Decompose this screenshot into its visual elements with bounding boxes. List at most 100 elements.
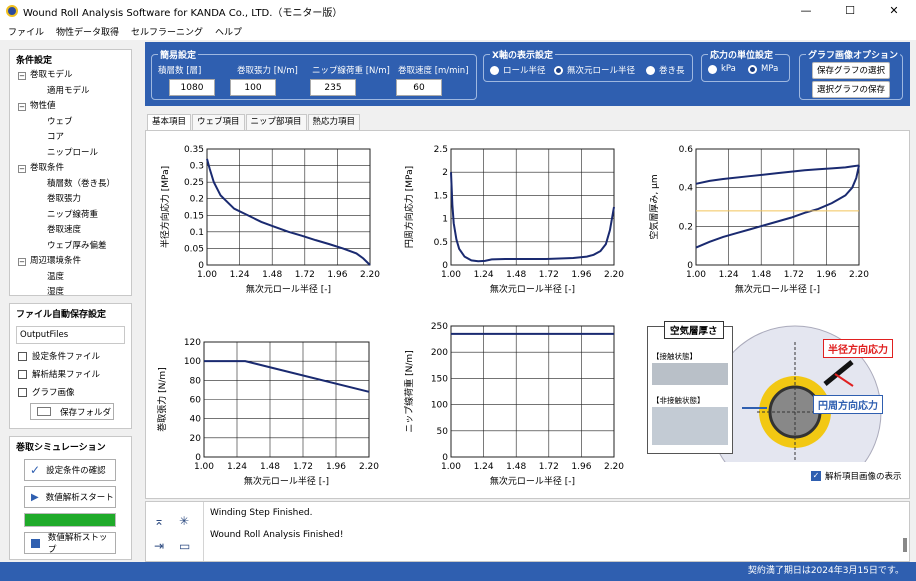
stress-diagram: 空気層厚さ 【接触状態】 【非接触状態】 半径方向応力 円周方向応力	[647, 321, 909, 499]
tree-item[interactable]: ウェブ厚み偏差	[10, 239, 131, 255]
tree-item[interactable]: − 巻取条件	[10, 161, 131, 177]
y-tick-label: 0.2	[190, 195, 204, 205]
radio-mpa[interactable]: MPa	[748, 64, 778, 74]
conditions-title: 条件設定	[16, 56, 53, 66]
menu-file[interactable]: ファイル	[8, 25, 44, 38]
tree-item-label: 巻取条件	[30, 163, 65, 173]
radio-icon[interactable]	[490, 65, 499, 75]
layer-count-input[interactable]: 1080	[169, 79, 215, 96]
title-bar: Wound Roll Analysis Software for KANDA C…	[0, 0, 916, 22]
collapse-icon[interactable]: ⌅	[154, 514, 164, 528]
tab-thermal[interactable]: 熱応力項目	[307, 114, 361, 130]
checkbox-icon[interactable]	[18, 387, 27, 397]
checked-icon[interactable]: ✓	[811, 471, 821, 481]
check-settings-file[interactable]: 設定条件ファイル	[10, 347, 131, 365]
tree-item[interactable]: 積層数（巻き長）	[10, 177, 131, 193]
tree-item[interactable]: ニップロール	[10, 146, 131, 162]
close-button[interactable]: ✕	[872, 0, 916, 22]
radio-dimensionless-radius[interactable]: 無次元ロール半径	[554, 64, 635, 76]
tree-item[interactable]: ニップ線荷重	[10, 208, 131, 224]
tree-item-label: 周辺環境条件	[30, 256, 82, 266]
x-tick-label: 2.20	[360, 270, 380, 280]
x-axis-label: 無次元ロール半径 [-]	[244, 475, 329, 487]
tree-item[interactable]: 温度	[10, 270, 131, 286]
x-tick-label: 1.24	[474, 462, 494, 472]
radio-roll-radius[interactable]: ロール半径	[490, 64, 546, 76]
save-folder-label: 保存フォルダ	[60, 407, 112, 418]
nip-load-input[interactable]: 235	[310, 79, 356, 96]
radio-wind-length[interactable]: 巻き長	[646, 64, 685, 76]
y-tick-label: 0.05	[184, 244, 204, 254]
checkbox-icon[interactable]	[18, 351, 27, 361]
menu-help[interactable]: ヘルプ	[215, 25, 242, 38]
simulation-panel: 巻取シミュレーション ✓ 設定条件の確認 ▶ 数値解析スタート 数値解析ストップ	[9, 436, 132, 560]
tree-item-label: ウェブ厚み偏差	[47, 240, 107, 251]
air-layer-title: 空気層厚さ	[664, 321, 724, 339]
tree-item[interactable]: 湿度	[10, 285, 131, 301]
radio-kpa[interactable]: kPa	[708, 64, 736, 74]
checkbox-icon[interactable]	[18, 369, 27, 379]
progress-fill	[25, 514, 115, 526]
check-results-file[interactable]: 解析結果ファイル	[10, 365, 131, 383]
menu-self-learning[interactable]: セルフラーニング	[131, 25, 203, 38]
show-image-check[interactable]: ✓ 解析項目画像の表示	[811, 470, 902, 482]
speed-input[interactable]: 60	[396, 79, 442, 96]
tree-item[interactable]: 巻取張力	[10, 192, 131, 208]
tree-item[interactable]: コア	[10, 130, 131, 146]
tree-item-label: 積層数（巻き長）	[47, 178, 116, 189]
check-graph-image[interactable]: グラフ画像	[10, 383, 131, 401]
tension-input[interactable]: 100	[230, 79, 276, 96]
y-axis-label: 巻取張力 [N/m]	[156, 367, 168, 431]
y-tick-label: 40	[190, 415, 202, 425]
air-layer-box: 空気層厚さ 【接触状態】 【非接触状態】	[647, 321, 733, 454]
speed-label: 巻取速度 [m/min]	[398, 66, 469, 76]
radio-icon[interactable]	[748, 64, 757, 74]
select-save-graph-button[interactable]: 保存グラフの選択	[812, 62, 890, 79]
status-bar: 契約満了期日は2024年3月15日です。	[0, 562, 916, 581]
tree-item-label: 巻取モデル	[30, 70, 73, 80]
xaxis-settings-title: X軸の表示設定	[490, 48, 555, 61]
export-icon[interactable]: ⇥	[154, 539, 164, 553]
x-tick-label: 1.24	[230, 270, 250, 280]
x-tick-label: 2.20	[604, 462, 624, 472]
minimize-button[interactable]: —	[784, 0, 828, 22]
stop-analysis-button[interactable]: 数値解析ストップ	[24, 532, 116, 555]
collapse-toggle-icon[interactable]: −	[18, 165, 26, 173]
collapse-toggle-icon[interactable]: −	[18, 103, 26, 111]
y-tick-label: 200	[431, 348, 448, 358]
y-tick-label: 0.3	[190, 162, 204, 172]
tree-item[interactable]: ウェブ	[10, 115, 131, 131]
x-tick-label: 1.96	[571, 462, 591, 472]
collapse-toggle-icon[interactable]: −	[18, 72, 26, 80]
tab-basic[interactable]: 基本項目	[147, 114, 192, 130]
x-tick-label: 1.72	[539, 462, 559, 472]
start-analysis-button[interactable]: ▶ 数値解析スタート	[24, 486, 116, 508]
tree-item-label: コア	[47, 132, 65, 142]
tree-item[interactable]: 巻取速度	[10, 223, 131, 239]
radio-icon[interactable]	[708, 64, 717, 74]
save-folder-button[interactable]: 保存フォルダ	[30, 403, 114, 420]
tab-web[interactable]: ウェブ項目	[192, 114, 245, 130]
open-folder-icon[interactable]: ▭	[179, 539, 190, 553]
maximize-button[interactable]: ☐	[828, 0, 872, 22]
x-tick-label: 1.48	[506, 270, 526, 280]
folder-icon	[37, 407, 51, 416]
radio-icon[interactable]	[646, 65, 655, 75]
tree-item[interactable]: − 物性値	[10, 99, 131, 115]
output-folder-input[interactable]: OutputFiles	[16, 326, 125, 344]
menu-material-data[interactable]: 物性データ取得	[56, 25, 119, 38]
tree-item-label: 物性値	[30, 101, 56, 111]
y-tick-label: 1.5	[434, 191, 448, 201]
tab-nip[interactable]: ニップ部項目	[245, 114, 307, 130]
radio-icon[interactable]	[554, 65, 563, 75]
settings-header: 簡易設定 積層数 [層] 巻取張力 [N/m] ニップ線荷重 [N/m] 巻取速…	[145, 42, 910, 106]
collapse-toggle-icon[interactable]: −	[18, 258, 26, 266]
scrollbar-thumb[interactable]	[903, 538, 907, 552]
tree-item[interactable]: − 巻取モデル	[10, 68, 131, 84]
x-tick-label: 1.72	[293, 462, 313, 472]
confirm-settings-button[interactable]: ✓ 設定条件の確認	[24, 459, 116, 481]
save-selected-graph-button[interactable]: 選択グラフの保存	[812, 81, 890, 98]
tree-item[interactable]: 適用モデル	[10, 84, 131, 100]
tree-item[interactable]: − 周辺環境条件	[10, 254, 131, 270]
x-tick-label: 1.96	[816, 270, 836, 280]
